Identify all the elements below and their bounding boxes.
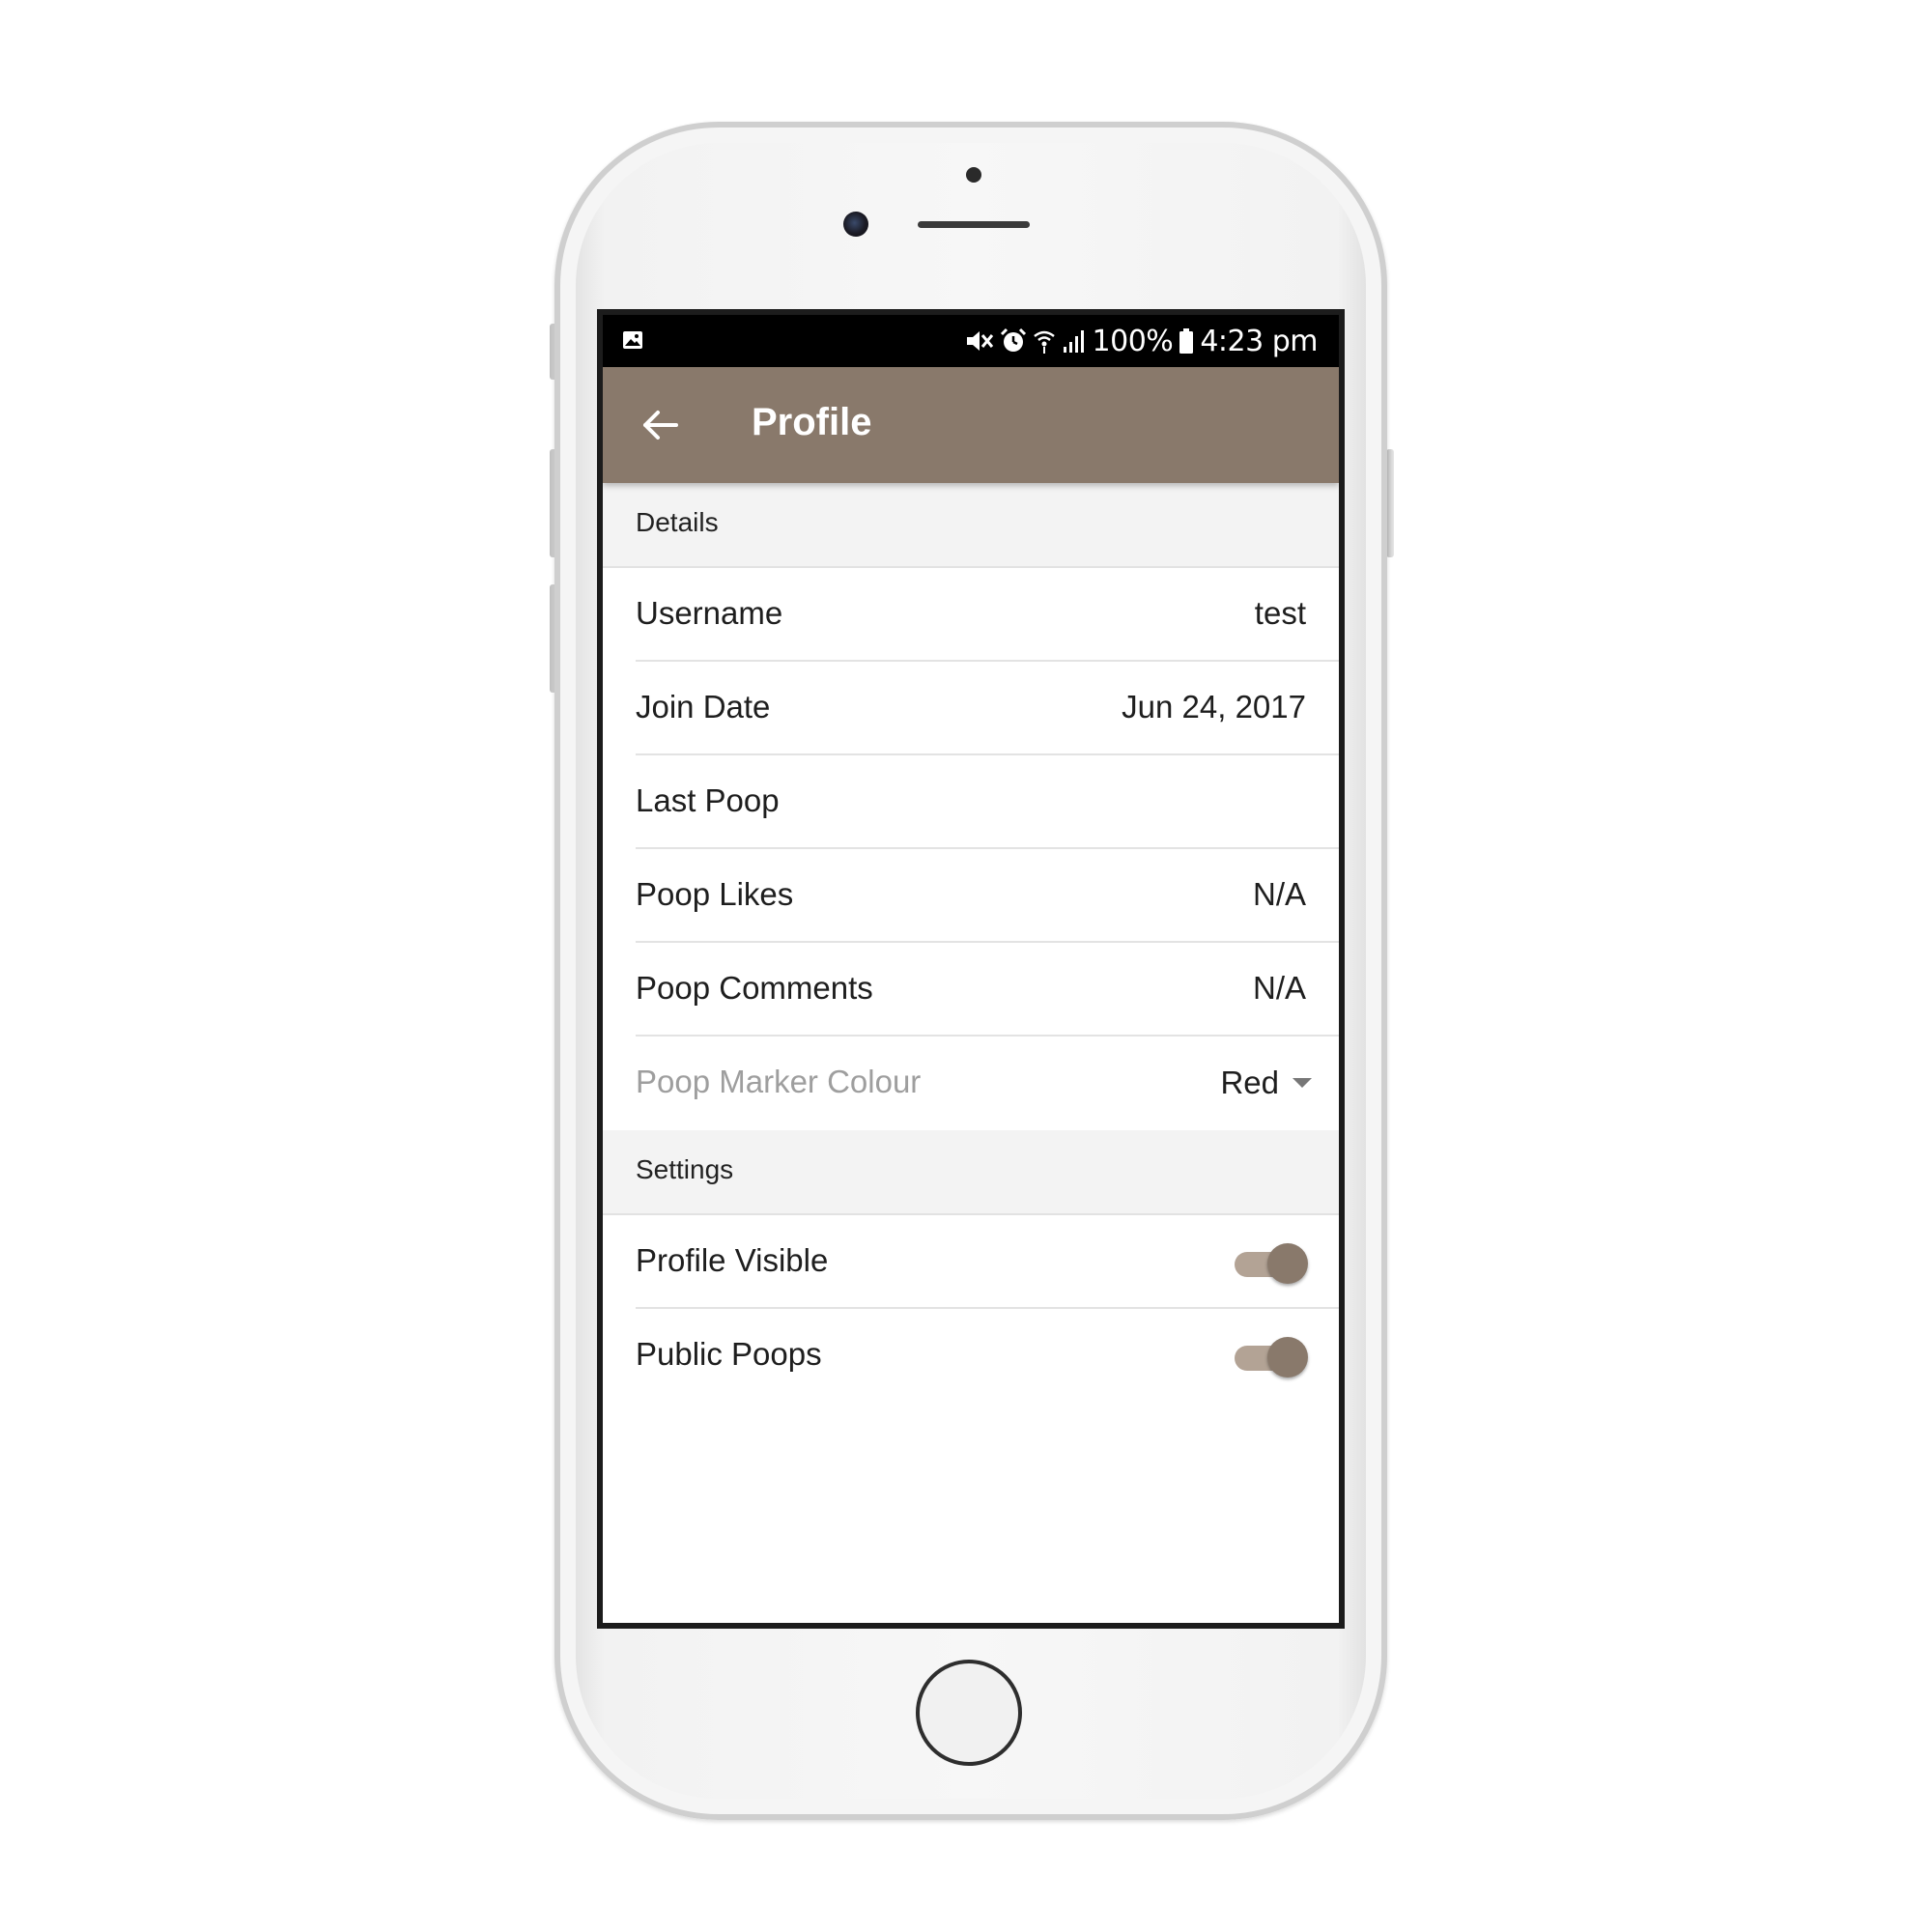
device-mockup: 100% 4:23 pm Profile Details Username te…: [0, 0, 1932, 1932]
image-icon: [623, 331, 642, 349]
poop-likes-label: Poop Likes: [636, 876, 794, 912]
home-button[interactable]: [916, 1660, 1022, 1766]
profile-visible-toggle[interactable]: [1235, 1242, 1308, 1285]
mute-icon: [966, 331, 993, 351]
proximity-sensor: [966, 167, 981, 183]
public-poops-row: Public Poops: [603, 1309, 1339, 1403]
details-section-header: Details: [603, 483, 1339, 568]
join-date-label: Join Date: [636, 689, 771, 724]
earpiece-speaker: [918, 221, 1030, 228]
toggle-knob: [1267, 1337, 1308, 1378]
public-poops-toggle[interactable]: [1235, 1336, 1308, 1378]
poop-comments-label: Poop Comments: [636, 970, 873, 1006]
profile-visible-row: Profile Visible: [603, 1215, 1339, 1309]
poop-likes-value: N/A: [1252, 876, 1306, 912]
username-value: test: [1254, 595, 1306, 631]
profile-visible-label: Profile Visible: [636, 1242, 829, 1278]
username-row: Username test: [603, 568, 1339, 662]
status-icons: 100% 4:23 pm: [965, 324, 1318, 358]
power-button: [1386, 449, 1394, 557]
page-title: Profile: [752, 401, 872, 443]
toggle-knob: [1267, 1243, 1308, 1284]
poop-likes-row: Poop Likes N/A: [603, 849, 1339, 943]
wifi-icon: [1033, 330, 1055, 354]
last-poop-row: Last Poop: [603, 755, 1339, 849]
username-label: Username: [636, 595, 783, 631]
phone-screen: 100% 4:23 pm Profile Details Username te…: [597, 309, 1345, 1629]
settings-section-header: Settings: [603, 1130, 1339, 1215]
marker-colour-select[interactable]: Red: [1220, 1056, 1312, 1110]
poop-comments-row: Poop Comments N/A: [603, 943, 1339, 1037]
chevron-down-icon[interactable]: [1293, 1078, 1312, 1088]
marker-colour-label: Poop Marker Colour: [636, 1064, 922, 1099]
poop-comments-value: N/A: [1252, 970, 1306, 1006]
signal-icon: [1063, 330, 1084, 353]
join-date-row: Join Date Jun 24, 2017: [603, 662, 1339, 755]
join-date-value: Jun 24, 2017: [1122, 689, 1306, 724]
arrow-back-icon[interactable]: [639, 404, 682, 446]
app-screen: 100% 4:23 pm Profile Details Username te…: [603, 315, 1339, 1623]
profile-content: Details Username test Join Date Jun 24, …: [603, 483, 1339, 1403]
details-header-label: Details: [636, 507, 719, 537]
battery-percent: 100%: [1092, 324, 1174, 358]
front-camera-icon: [843, 212, 868, 237]
settings-header-label: Settings: [636, 1154, 734, 1184]
alarm-icon: [1000, 327, 1026, 352]
marker-colour-row: Poop Marker Colour Red: [603, 1037, 1339, 1130]
marker-colour-selected[interactable]: Red: [1220, 1065, 1279, 1101]
status-time: 4:23 pm: [1200, 324, 1318, 358]
battery-icon: [1179, 328, 1194, 354]
public-poops-label: Public Poops: [636, 1336, 822, 1372]
app-bar: Profile: [603, 367, 1339, 483]
last-poop-label: Last Poop: [636, 782, 780, 818]
status-bar: 100% 4:23 pm: [603, 315, 1339, 367]
